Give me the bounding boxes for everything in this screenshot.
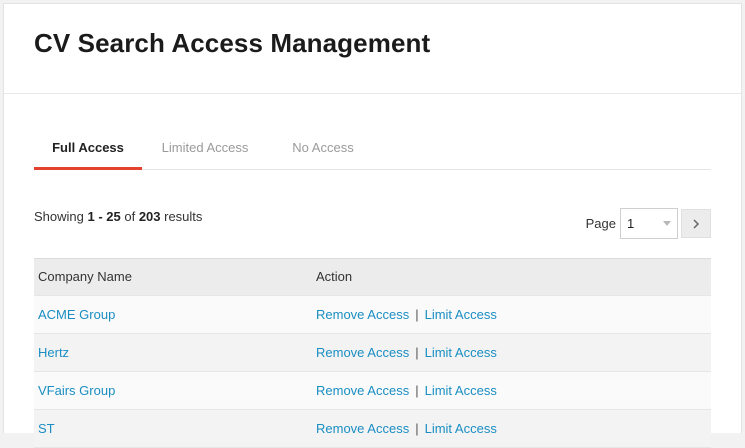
table-header-row: Company Name Action bbox=[34, 259, 711, 296]
limit-access-link[interactable]: Limit Access bbox=[425, 307, 497, 322]
next-page-button[interactable] bbox=[681, 209, 711, 238]
tab-no-access[interactable]: No Access bbox=[279, 133, 367, 169]
remove-access-link[interactable]: Remove Access bbox=[316, 345, 409, 360]
table-row: VFairs Group Remove Access | Limit Access bbox=[34, 372, 711, 410]
action-separator: | bbox=[415, 421, 419, 436]
action-separator: | bbox=[415, 307, 419, 322]
action-separator: | bbox=[415, 345, 419, 360]
company-link[interactable]: ST bbox=[38, 421, 55, 436]
remove-access-link[interactable]: Remove Access bbox=[316, 307, 409, 322]
page-title: CV Search Access Management bbox=[34, 28, 431, 58]
page-select[interactable]: 1 bbox=[620, 208, 678, 239]
table-row: ACME Group Remove Access | Limit Access bbox=[34, 296, 711, 334]
header-divider bbox=[4, 93, 741, 94]
chevron-right-icon bbox=[693, 218, 700, 229]
results-suffix: results bbox=[160, 209, 203, 224]
results-prefix: Showing bbox=[34, 209, 88, 224]
company-link[interactable]: ACME Group bbox=[38, 307, 115, 322]
company-link[interactable]: Hertz bbox=[38, 345, 69, 360]
remove-access-link[interactable]: Remove Access bbox=[316, 421, 409, 436]
results-of: of bbox=[120, 209, 139, 224]
remove-access-link[interactable]: Remove Access bbox=[316, 383, 409, 398]
tab-limited-access[interactable]: Limited Access bbox=[150, 133, 260, 169]
column-header-company: Company Name bbox=[38, 269, 132, 284]
tab-full-access[interactable]: Full Access bbox=[34, 133, 142, 170]
table-row: Hertz Remove Access | Limit Access bbox=[34, 334, 711, 372]
page-select-value: 1 bbox=[627, 216, 635, 231]
results-range: 1 - 25 bbox=[87, 209, 121, 224]
results-total: 203 bbox=[138, 209, 161, 224]
column-header-action: Action bbox=[316, 269, 353, 284]
chevron-down-icon bbox=[663, 221, 671, 226]
action-separator: | bbox=[415, 383, 419, 398]
results-summary: Showing 1 - 25 of 203 results bbox=[34, 209, 202, 224]
company-link[interactable]: VFairs Group bbox=[38, 383, 115, 398]
page-label: Page bbox=[585, 216, 616, 231]
limit-access-link[interactable]: Limit Access bbox=[425, 421, 497, 436]
page-container: CV Search Access Management Full Access … bbox=[3, 3, 742, 448]
table-row: ST Remove Access | Limit Access bbox=[34, 410, 711, 448]
limit-access-link[interactable]: Limit Access bbox=[425, 383, 497, 398]
access-tabs: Full Access Limited Access No Access bbox=[34, 133, 711, 170]
companies-table: Company Name Action ACME Group Remove Ac… bbox=[34, 258, 711, 448]
limit-access-link[interactable]: Limit Access bbox=[425, 345, 497, 360]
pagination: Page 1 bbox=[586, 207, 711, 240]
